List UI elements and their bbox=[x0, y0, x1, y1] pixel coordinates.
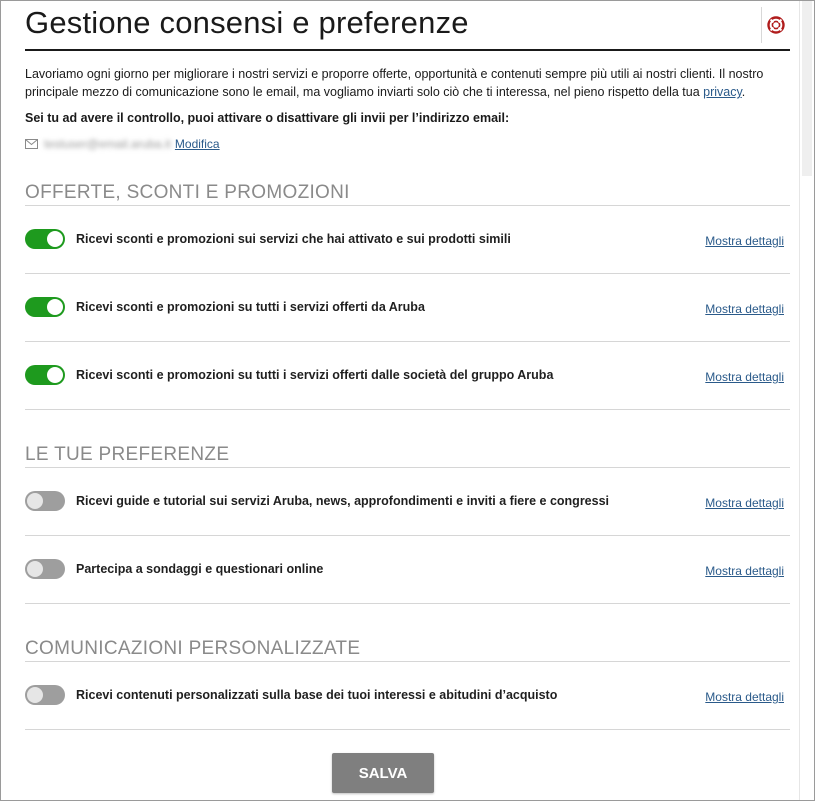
preference-label: Partecipa a sondaggi e questionari onlin… bbox=[76, 562, 324, 576]
page-header: Gestione consensi e preferenze bbox=[25, 1, 790, 51]
page-title: Gestione consensi e preferenze bbox=[25, 5, 469, 40]
show-details-link[interactable]: Mostra dettagli bbox=[705, 234, 784, 248]
preference-row: Ricevi contenuti personalizzati sulla ba… bbox=[25, 662, 790, 730]
toggle-knob bbox=[27, 687, 43, 703]
show-details-link[interactable]: Mostra dettagli bbox=[705, 302, 784, 316]
modify-email-link[interactable]: Modifica bbox=[175, 137, 220, 151]
toggle-knob bbox=[27, 561, 43, 577]
preference-row: Partecipa a sondaggi e questionari onlin… bbox=[25, 536, 790, 604]
section-title: OFFERTE, SCONTI E PROMOZIONI bbox=[25, 181, 790, 206]
toggle-knob bbox=[47, 367, 63, 383]
toggle-knob bbox=[47, 299, 63, 315]
preference-toggle[interactable] bbox=[25, 685, 65, 705]
preference-label: Ricevi guide e tutorial sui servizi Arub… bbox=[76, 494, 610, 508]
show-details-link[interactable]: Mostra dettagli bbox=[705, 564, 784, 578]
email-address: testuser@email.aruba.it bbox=[44, 137, 171, 151]
help-button[interactable] bbox=[761, 7, 790, 43]
section-title: LE TUE PREFERENZE bbox=[25, 443, 790, 468]
control-note: Sei tu ad avere il controllo, puoi attiv… bbox=[25, 111, 510, 125]
preference-label: Ricevi sconti e promozioni su tutti i se… bbox=[76, 300, 425, 314]
intro-text: Lavoriamo ogni giorno per migliorare i n… bbox=[25, 65, 790, 101]
intro-body: Lavoriamo ogni giorno per migliorare i n… bbox=[25, 67, 764, 99]
preference-row: Ricevi guide e tutorial sui servizi Arub… bbox=[25, 468, 790, 536]
section: COMUNICAZIONI PERSONALIZZATE Ricevi conte… bbox=[25, 637, 790, 730]
preference-label: Ricevi contenuti personalizzati sulla ba… bbox=[76, 688, 558, 702]
show-details-link[interactable]: Mostra dettagli bbox=[705, 496, 784, 510]
consent-window: Gestione consensi e preferenze Lavoriamo… bbox=[0, 0, 815, 801]
preference-toggle[interactable] bbox=[25, 559, 65, 579]
show-details-link[interactable]: Mostra dettagli bbox=[705, 370, 784, 384]
preference-label: Ricevi sconti e promozioni su tutti i se… bbox=[76, 368, 554, 382]
main-content: Gestione consensi e preferenze Lavoriamo… bbox=[25, 1, 790, 730]
section-title: COMUNICAZIONI PERSONALIZZATE bbox=[25, 637, 790, 662]
mail-icon bbox=[25, 139, 38, 149]
toggle-knob bbox=[27, 493, 43, 509]
privacy-link[interactable]: privacy bbox=[703, 85, 742, 99]
preference-toggle[interactable] bbox=[25, 229, 65, 249]
toggle-knob bbox=[47, 231, 63, 247]
preference-toggle[interactable] bbox=[25, 491, 65, 511]
preference-row: Ricevi sconti e promozioni su tutti i se… bbox=[25, 342, 790, 410]
intro-end: . bbox=[741, 85, 746, 99]
preference-row: Ricevi sconti e promozioni sui servizi c… bbox=[25, 206, 790, 274]
preference-toggle[interactable] bbox=[25, 365, 65, 385]
scrollbar-thumb[interactable] bbox=[802, 1, 812, 176]
save-button[interactable]: SALVA bbox=[332, 753, 434, 793]
show-details-link[interactable]: Mostra dettagli bbox=[705, 690, 784, 704]
section: LE TUE PREFERENZE Ricevi guide e tutorial… bbox=[25, 443, 790, 604]
scrollbar[interactable] bbox=[799, 1, 814, 800]
email-row: testuser@email.aruba.it Modifica bbox=[25, 137, 790, 151]
preference-toggle[interactable] bbox=[25, 297, 65, 317]
preference-label: Ricevi sconti e promozioni sui servizi c… bbox=[76, 232, 511, 246]
preference-row: Ricevi sconti e promozioni su tutti i se… bbox=[25, 274, 790, 342]
section: OFFERTE, SCONTI E PROMOZIONI Ricevi scont… bbox=[25, 181, 790, 410]
lifebuoy-icon bbox=[767, 16, 785, 34]
